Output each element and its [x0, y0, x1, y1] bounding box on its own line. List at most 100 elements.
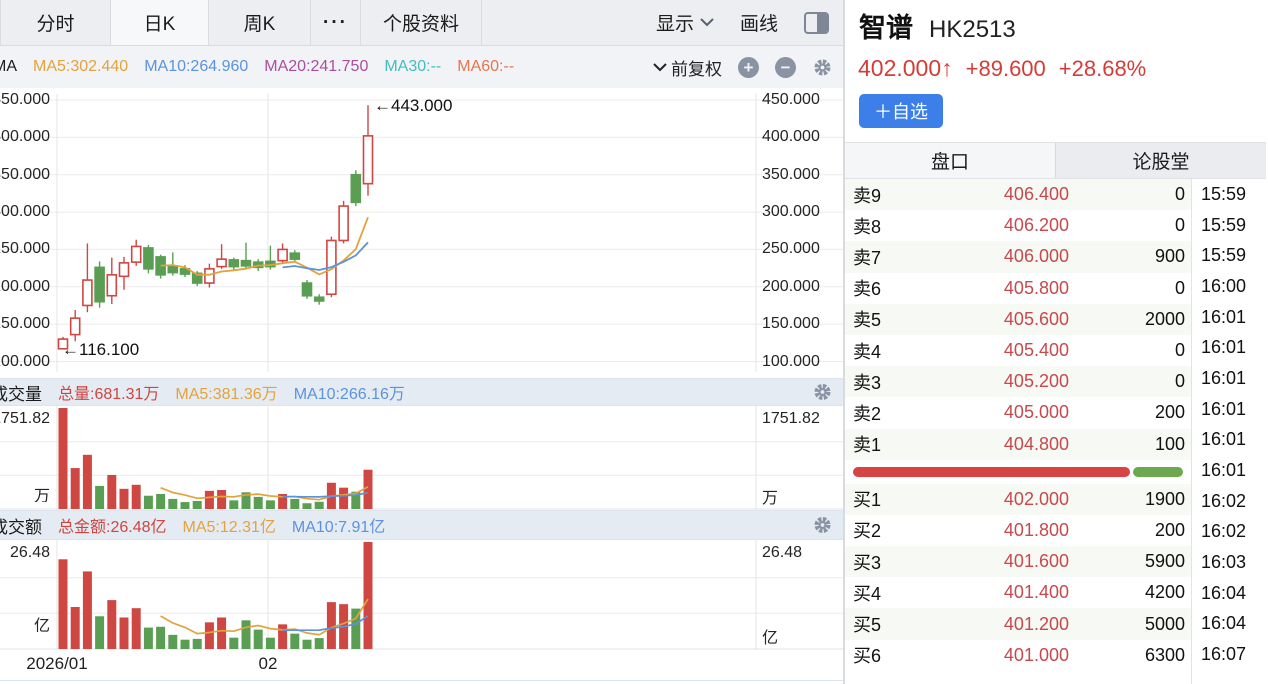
trade-time: 15:59	[1192, 179, 1266, 210]
order-row-买5[interactable]: 买5401.2005000	[845, 608, 1191, 639]
order-row-卖8[interactable]: 卖8406.2000	[845, 210, 1191, 241]
order-qty: 100	[1069, 434, 1185, 455]
amount-chart[interactable]: 26.48 亿 26.48 亿	[0, 540, 843, 650]
order-row-卖1[interactable]: 卖1404.800100	[845, 429, 1191, 460]
order-price: 401.400	[911, 582, 1069, 603]
order-level: 卖2	[853, 400, 911, 426]
order-qty: 0	[1069, 278, 1185, 299]
order-row-卖9[interactable]: 卖9406.4000	[845, 179, 1191, 210]
adjust-mode-dropdown[interactable]: 前复权	[653, 55, 722, 80]
quote-body: 卖9406.4000卖8406.2000卖7406.000900卖6405.80…	[845, 179, 1266, 684]
ma-indicator-bar: MA MA5:302.440 MA10:264.960 MA20:241.750…	[0, 46, 843, 88]
tabbar-right: 显示 画线	[656, 0, 843, 45]
watchlist-row: ＋自选	[845, 82, 1266, 128]
tabbar-spacer	[482, 0, 656, 45]
buy-ratio-segment	[1133, 467, 1183, 477]
quote-panel: 智谱 HK2513 402.000↑ +89.600 +28.68% ＋自选 盘…	[845, 0, 1266, 684]
display-label: 显示	[656, 9, 694, 36]
draw-line-button[interactable]: 画线	[740, 9, 778, 36]
order-qty: 0	[1069, 340, 1185, 361]
tab-日K[interactable]: 日K	[110, 0, 208, 45]
price-tick-left: 400.000	[0, 128, 50, 146]
order-level: 卖8	[853, 213, 911, 239]
amount-max-left: 26.48	[10, 544, 50, 562]
amount-title: 成交额	[0, 513, 42, 538]
volume-unit-left: 万	[34, 482, 50, 502]
price-tick-right: 200.000	[762, 278, 820, 296]
order-row-卖6[interactable]: 卖6405.8000	[845, 273, 1191, 304]
panel-toggle-icon[interactable]	[804, 12, 829, 34]
quote-priceline: 402.000↑ +89.600 +28.68%	[845, 45, 1266, 82]
low-annotation: ←116.100	[62, 340, 139, 360]
order-qty: 5000	[1069, 614, 1185, 635]
time-axis: 2026/01 02	[0, 650, 843, 680]
order-row-卖3[interactable]: 卖3405.2000	[845, 366, 1191, 397]
order-row-买1[interactable]: 买1402.0001900	[845, 484, 1191, 515]
trade-time: 16:01	[1192, 332, 1266, 363]
order-price: 401.800	[911, 520, 1069, 541]
stock-name: 智谱	[859, 6, 913, 45]
price-tick-left: 150.000	[0, 315, 50, 333]
order-price: 401.600	[911, 551, 1069, 572]
price-tick-left: 450.000	[0, 91, 50, 109]
order-price: 405.600	[911, 309, 1069, 330]
order-row-卖4[interactable]: 卖4405.4000	[845, 335, 1191, 366]
price-tick-left: 250.000	[0, 240, 50, 258]
chart-tabbar: 分时日K周K···个股资料 显示 画线	[0, 0, 843, 46]
tab-盘口[interactable]: 盘口	[845, 143, 1055, 178]
tab-···[interactable]: ···	[310, 0, 360, 45]
display-menu[interactable]: 显示	[656, 9, 714, 36]
axis-label-month-jan: 2026/01	[0, 654, 137, 674]
order-price: 406.000	[911, 246, 1069, 267]
order-qty: 0	[1069, 371, 1185, 392]
gear-icon[interactable]	[812, 57, 833, 78]
add-watchlist-button[interactable]: ＋自选	[859, 94, 943, 128]
order-row-买2[interactable]: 买2401.800200	[845, 515, 1191, 546]
tab-分时[interactable]: 分时	[0, 0, 110, 45]
tab-周K[interactable]: 周K	[208, 0, 310, 45]
tab-个股资料[interactable]: 个股资料	[360, 0, 482, 45]
order-row-买4[interactable]: 买4401.4004200	[845, 577, 1191, 608]
gear-icon[interactable]	[812, 515, 833, 536]
volume-canvas[interactable]	[0, 406, 843, 510]
volume-chart[interactable]: 1751.82 万 1751.82 万	[0, 406, 843, 510]
order-qty: 0	[1069, 215, 1185, 236]
order-level: 卖5	[853, 306, 911, 332]
ma-prefix-label: MA	[0, 58, 17, 76]
order-row-卖7[interactable]: 卖7406.000900	[845, 241, 1191, 272]
order-level: 卖4	[853, 338, 911, 364]
trade-time: 15:59	[1192, 210, 1266, 241]
order-price: 405.200	[911, 371, 1069, 392]
last-price: 402.000↑	[858, 55, 953, 82]
stock-app: 分时日K周K···个股资料 显示 画线 MA MA5:302.440 MA10:…	[0, 0, 1268, 684]
trade-time: 16:04	[1192, 608, 1266, 639]
ma60-value: MA60:--	[457, 58, 514, 76]
order-row-买3[interactable]: 买3401.6005900	[845, 546, 1191, 577]
amount-unit-left: 亿	[34, 612, 50, 632]
order-row-卖2[interactable]: 卖2405.000200	[845, 397, 1191, 428]
zoom-out-button[interactable]: −	[775, 57, 796, 78]
kline-canvas[interactable]	[0, 88, 843, 378]
axis-label-month-feb: 02	[188, 654, 348, 674]
volume-unit-right: 万	[762, 484, 778, 508]
trade-time: 16:07	[1192, 639, 1266, 670]
price-tick-right: 100.000	[762, 353, 820, 371]
order-level: 买1	[853, 486, 911, 512]
order-price: 401.200	[911, 614, 1069, 635]
gear-icon[interactable]	[812, 382, 833, 403]
quote-header: 智谱 HK2513	[845, 0, 1266, 45]
amount-canvas[interactable]	[0, 540, 843, 650]
volume-header: 成交量 总量:681.31万 MA5:381.36万 MA10:266.16万	[0, 378, 843, 406]
trade-time: 16:03	[1192, 547, 1266, 578]
sell-ratio-segment	[853, 467, 1130, 477]
order-qty: 2000	[1069, 309, 1185, 330]
order-level: 卖7	[853, 244, 911, 270]
order-qty: 5900	[1069, 551, 1185, 572]
order-row-买6[interactable]: 买6401.0006300	[845, 640, 1191, 671]
zoom-in-button[interactable]: +	[738, 57, 759, 78]
tab-论股堂[interactable]: 论股堂	[1055, 143, 1266, 178]
volume-ma5: MA5:381.36万	[175, 380, 277, 404]
trade-time: 16:02	[1192, 516, 1266, 547]
order-row-卖5[interactable]: 卖5405.6002000	[845, 304, 1191, 335]
kline-chart[interactable]: 450.000400.000350.000300.000250.000200.0…	[0, 88, 843, 378]
